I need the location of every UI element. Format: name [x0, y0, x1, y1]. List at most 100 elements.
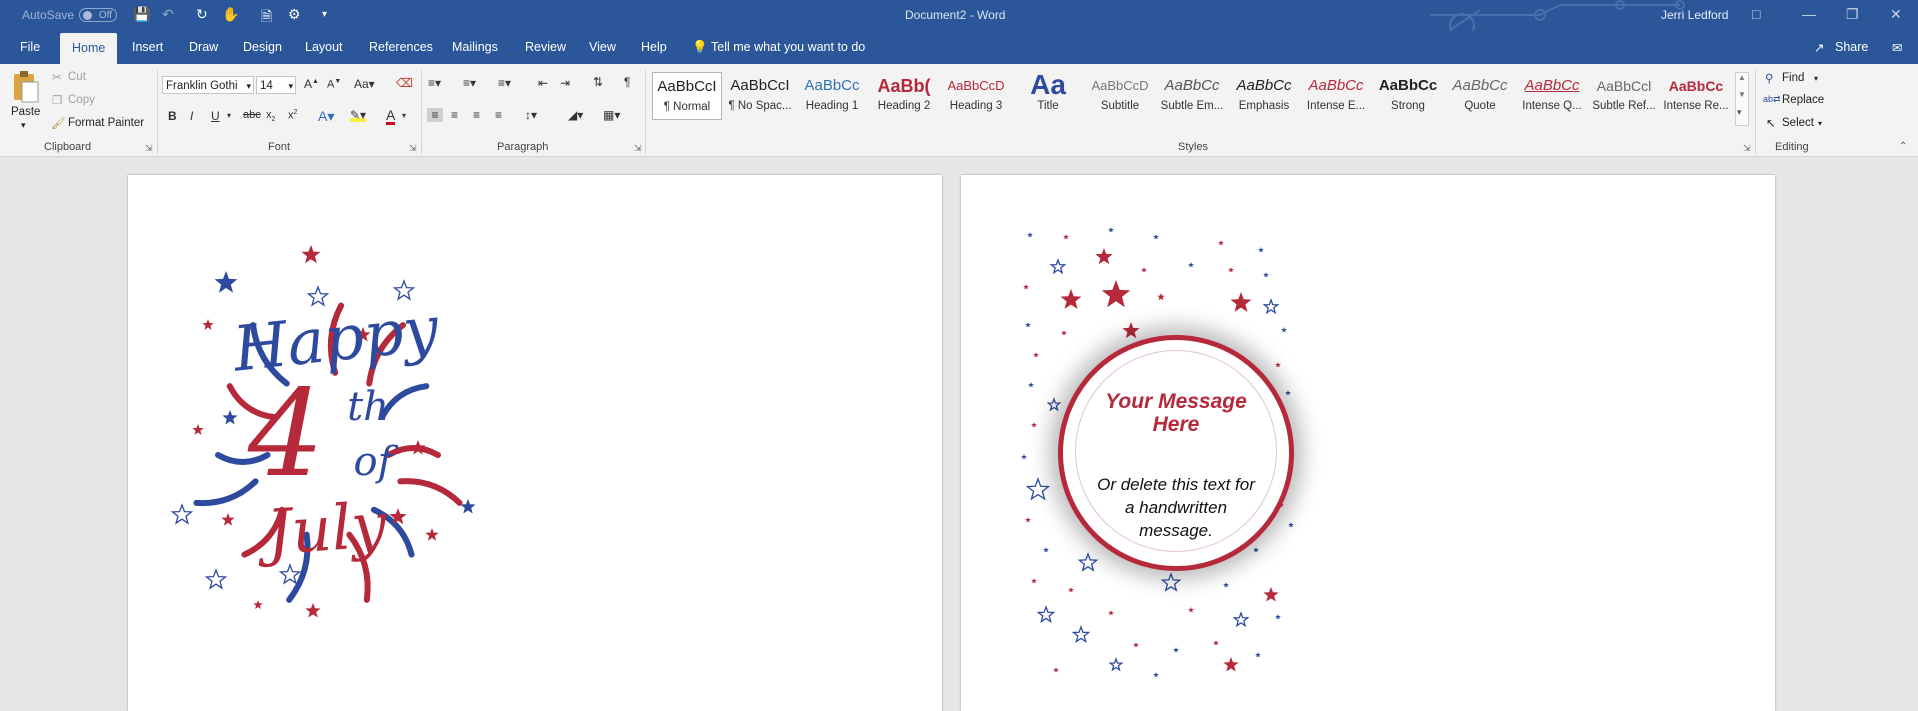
select-chevron-icon[interactable]: ▾: [1818, 119, 1822, 128]
format-painter-button[interactable]: Format Painter: [68, 117, 144, 129]
share-button[interactable]: Share: [1835, 40, 1868, 54]
highlight-color-icon[interactable]: ✎▾: [350, 108, 367, 122]
style-emphasis[interactable]: AaBbCc Emphasis: [1229, 72, 1299, 120]
numbering-icon[interactable]: ≡▾: [463, 76, 476, 90]
styles-scroll-up-icon[interactable]: ▲: [1738, 73, 1746, 82]
text-effects-icon[interactable]: A▾: [318, 108, 334, 125]
customize-icon[interactable]: ⚙: [288, 6, 301, 23]
document-page-2[interactable]: Your Message Here Or delete this text fo…: [961, 175, 1775, 711]
shrink-font-icon[interactable]: A▼: [327, 78, 341, 91]
tab-home[interactable]: Home: [60, 33, 118, 64]
message-title[interactable]: Your Message Here: [1063, 390, 1289, 436]
save-icon[interactable]: 💾: [133, 6, 150, 23]
styles-scroll-down-icon[interactable]: ▼: [1738, 90, 1746, 99]
font-size-box[interactable]: 14 ▾: [256, 76, 296, 94]
style-subtitle[interactable]: AaBbCcD Subtitle: [1085, 72, 1155, 120]
ribbon-display-icon[interactable]: □: [1752, 6, 1760, 22]
tab-file[interactable]: File: [20, 40, 40, 54]
tab-insert[interactable]: Insert: [132, 40, 163, 54]
autosave-toggle[interactable]: Off: [79, 8, 117, 22]
message-body[interactable]: Or delete this text for a handwritten me…: [1063, 473, 1289, 542]
clear-formatting-icon[interactable]: ⌫: [396, 76, 413, 90]
star-shape: [1122, 322, 1140, 339]
underline-chevron-icon[interactable]: ▾: [227, 111, 231, 120]
font-launcher-icon[interactable]: ⇲: [409, 143, 417, 154]
tab-design[interactable]: Design: [243, 40, 282, 54]
cut-button[interactable]: Cut: [68, 71, 86, 83]
paste-chevron-icon[interactable]: ▾: [21, 120, 26, 131]
style-intense-emphasis[interactable]: AaBbCc Intense E...: [1301, 72, 1371, 120]
close-icon[interactable]: ✕: [1890, 6, 1902, 23]
grow-font-icon[interactable]: A▲: [304, 77, 319, 91]
style-heading-2[interactable]: AaBb(Heading 2: [869, 72, 939, 120]
comments-icon[interactable]: ✉: [1892, 40, 1902, 55]
justify-icon[interactable]: ≡: [495, 108, 502, 122]
style-subtle-reference[interactable]: AaBbCcl Subtle Ref...: [1589, 72, 1659, 120]
borders-icon[interactable]: ▦▾: [603, 108, 620, 122]
tab-review[interactable]: Review: [525, 40, 566, 54]
customize-toolbar-chevron-icon[interactable]: ▾: [322, 9, 327, 20]
style-quote[interactable]: AaBbCc Quote: [1445, 72, 1515, 120]
style-intense-reference[interactable]: AaBbCc Intense Re...: [1661, 72, 1731, 120]
increase-indent-icon[interactable]: ⇥: [560, 76, 570, 90]
font-color-chevron-icon[interactable]: ▾: [402, 111, 406, 120]
tab-mailings[interactable]: Mailings: [452, 40, 498, 54]
style-intense-quote[interactable]: AaBbCc Intense Q...: [1517, 72, 1587, 120]
select-button[interactable]: Select: [1782, 117, 1814, 129]
style-no-spacing[interactable]: AaBbCcI ¶ No Spac...: [725, 72, 795, 120]
clipboard-launcher-icon[interactable]: ⇲: [145, 143, 153, 154]
change-case-icon[interactable]: Aa▾: [354, 77, 375, 91]
shading-icon[interactable]: ◢▾: [568, 108, 583, 122]
style-heading-3[interactable]: AaBbCcD Heading 3: [941, 72, 1011, 120]
align-center-icon[interactable]: ≡: [451, 108, 458, 122]
find-chevron-icon[interactable]: ▾: [1814, 74, 1818, 83]
minimize-icon[interactable]: —: [1802, 6, 1816, 22]
style-normal[interactable]: AaBbCcI ¶ Normal: [652, 72, 722, 120]
collapse-ribbon-icon[interactable]: ⌃: [1899, 141, 1907, 152]
font-color-icon[interactable]: A: [386, 108, 396, 125]
replace-button[interactable]: Replace: [1782, 94, 1824, 106]
paste-icon[interactable]: [10, 70, 40, 104]
tab-view[interactable]: View: [589, 40, 616, 54]
styles-more-icon[interactable]: ▾: [1737, 107, 1742, 118]
sort-icon[interactable]: ⇅: [593, 75, 603, 89]
style-title[interactable]: Aa Title: [1013, 72, 1083, 120]
strikethrough-icon[interactable]: abc: [243, 109, 261, 121]
styles-launcher-icon[interactable]: ⇲: [1743, 143, 1751, 154]
undo-icon[interactable]: ↶: [162, 6, 174, 23]
restore-icon[interactable]: ❐: [1846, 6, 1859, 23]
superscript-icon[interactable]: x2: [288, 109, 297, 122]
touch-mode-icon[interactable]: ✋: [222, 6, 239, 23]
line-spacing-icon[interactable]: ↕▾: [525, 108, 537, 122]
redo-icon[interactable]: ↻: [196, 6, 208, 23]
bold-icon[interactable]: B: [168, 109, 177, 123]
subscript-icon[interactable]: x2: [266, 109, 275, 123]
bullets-icon[interactable]: ≡▾: [428, 76, 441, 90]
italic-icon[interactable]: I: [190, 109, 193, 123]
align-right-icon[interactable]: ≡: [473, 108, 480, 122]
document-page-1[interactable]: Happy 4th of July: [128, 175, 942, 711]
new-document-icon[interactable]: 🗎: [261, 6, 272, 30]
style-heading-1[interactable]: AaBbCc Heading 1: [797, 72, 867, 120]
copy-button[interactable]: Copy: [68, 94, 95, 106]
tab-layout[interactable]: Layout: [305, 40, 343, 54]
decrease-indent-icon[interactable]: ⇤: [538, 76, 548, 90]
tab-references[interactable]: References: [369, 40, 433, 54]
paragraph-launcher-icon[interactable]: ⇲: [634, 143, 642, 154]
star-shape: [1232, 611, 1250, 628]
find-button[interactable]: Find: [1782, 72, 1804, 84]
styles-scroll[interactable]: ▲ ▼ ▾: [1735, 72, 1749, 126]
multilevel-list-icon[interactable]: ≡▾: [498, 76, 511, 90]
style-subtle-emphasis[interactable]: AaBbCc Subtle Em...: [1157, 72, 1227, 120]
tell-me-search[interactable]: Tell me what you want to do: [711, 40, 865, 54]
font-name-box[interactable]: Franklin Gothi ▾: [162, 76, 254, 94]
star-shape: [1101, 280, 1131, 308]
style-strong[interactable]: AaBbCc Strong: [1373, 72, 1443, 120]
ribbon: Paste ▾ ✂ Cut ❐ Copy 🖌 Format Painter Cl…: [0, 64, 1918, 157]
align-left-icon[interactable]: ≡: [427, 108, 443, 122]
underline-icon[interactable]: U: [211, 109, 220, 123]
tab-draw[interactable]: Draw: [189, 40, 218, 54]
paste-button[interactable]: Paste: [11, 106, 40, 118]
show-formatting-icon[interactable]: ¶: [624, 75, 630, 89]
tab-help[interactable]: Help: [641, 40, 667, 54]
